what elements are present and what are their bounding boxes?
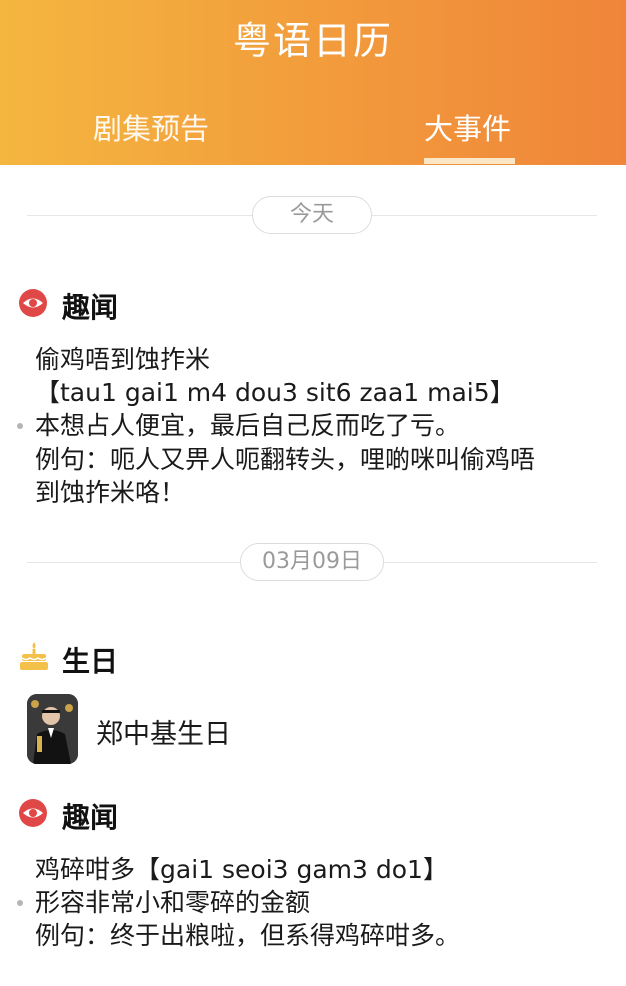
cake-icon: [20, 642, 48, 670]
date-divider-line-left: [27, 215, 252, 216]
tab-drama-preview[interactable]: 剧集预告: [93, 106, 209, 148]
entry-line: 到蚀拃米咯！: [35, 478, 186, 507]
date-pill: 03月09日: [240, 543, 384, 581]
entry-line: 例句：终于出粮啦，但系得鸡碎咁多。: [35, 921, 461, 950]
bullet-dot-icon: [17, 900, 23, 906]
date-divider-line-right: [372, 215, 597, 216]
date-divider-line-right: [384, 562, 597, 563]
eye-icon: [19, 799, 47, 827]
app-title: 粤语日历: [232, 19, 393, 63]
entry-line: 例句：呃人又畀人呃翻转头，哩啲咪叫偷鸡唔: [35, 445, 536, 474]
section-title-fun-fact: 趣闻: [62, 291, 119, 324]
avatar[interactable]: [27, 694, 78, 764]
entry-line: 【tau1 gai1 m4 dou3 sit6 zaa1 mai5】: [35, 378, 515, 407]
app-header: 粤语日历 剧集预告 大事件: [0, 0, 626, 165]
section-title-fun-fact: 趣闻: [62, 801, 119, 834]
eye-icon: [19, 289, 47, 317]
date-divider-line-left: [27, 562, 240, 563]
birthday-name: 郑中基生日: [96, 719, 231, 750]
entry-line: 偷鸡唔到蚀拃米: [35, 345, 211, 374]
bullet-dot-icon: [17, 423, 23, 429]
entry-line: 形容非常小和零碎的金额: [35, 888, 311, 917]
tab-big-events[interactable]: 大事件: [424, 106, 511, 148]
date-pill: 今天: [252, 196, 372, 234]
entry-line: 本想占人便宜，最后自己反而吃了亏。: [35, 411, 461, 440]
section-title-birthday: 生日: [62, 645, 119, 678]
entry-line: 鸡碎咁多【gai1 seoi3 gam3 do1】: [35, 855, 448, 884]
active-tab-indicator: [424, 158, 515, 164]
